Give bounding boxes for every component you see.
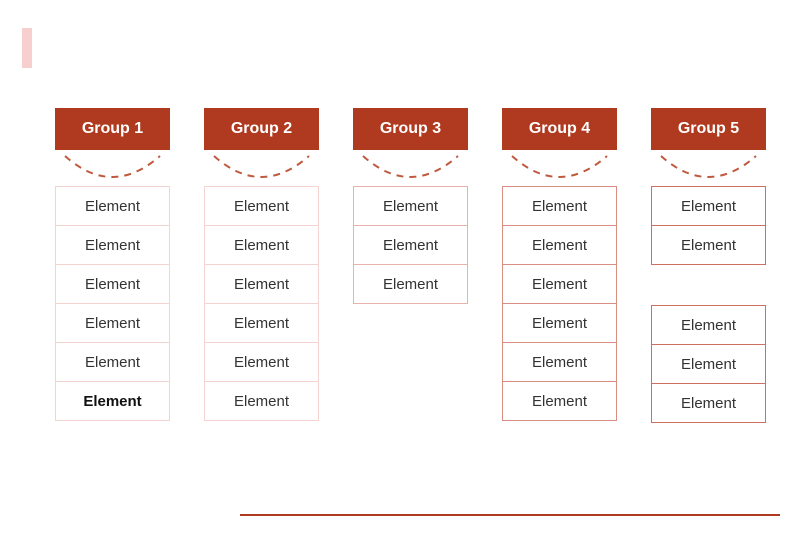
connector-arc-icon — [353, 150, 468, 186]
element-list: Element Element Element Element Element … — [204, 186, 319, 421]
element-item: Element — [651, 186, 766, 226]
element-item: Element — [651, 383, 766, 423]
element-item: Element — [502, 381, 617, 421]
connector-arc-icon — [55, 150, 170, 186]
element-item: Element — [651, 305, 766, 345]
group-header: Group 5 — [651, 108, 766, 150]
element-item: Element — [204, 381, 319, 421]
element-list: Element Element — [651, 186, 766, 265]
group-header: Group 1 — [55, 108, 170, 150]
element-item: Element — [55, 303, 170, 343]
connector-arc-icon — [204, 150, 319, 186]
group-column: Group 5 Element Element Element Element … — [651, 108, 766, 423]
element-item: Element — [55, 381, 170, 421]
element-item: Element — [502, 264, 617, 304]
element-item: Element — [55, 186, 170, 226]
diagram-columns: Group 1 Element Element Element Element … — [55, 108, 766, 423]
connector-arc-icon — [651, 150, 766, 186]
element-item: Element — [55, 264, 170, 304]
element-item: Element — [651, 225, 766, 265]
accent-bar — [22, 28, 32, 68]
element-item: Element — [353, 264, 468, 304]
element-item: Element — [55, 342, 170, 382]
group-column: Group 3 Element Element Element — [353, 108, 468, 423]
group-header: Group 2 — [204, 108, 319, 150]
element-item: Element — [353, 225, 468, 265]
element-item: Element — [502, 342, 617, 382]
element-item: Element — [651, 344, 766, 384]
element-item: Element — [204, 186, 319, 226]
element-item: Element — [204, 264, 319, 304]
connector-arc-icon — [502, 150, 617, 186]
element-list: Element Element Element — [353, 186, 468, 304]
group-header: Group 4 — [502, 108, 617, 150]
group-column: Group 4 Element Element Element Element … — [502, 108, 617, 423]
element-item: Element — [502, 186, 617, 226]
element-list: Element Element Element Element Element … — [502, 186, 617, 421]
group-header: Group 3 — [353, 108, 468, 150]
element-item: Element — [502, 303, 617, 343]
element-item: Element — [353, 186, 468, 226]
element-list: Element Element Element — [651, 305, 766, 423]
element-item: Element — [502, 225, 617, 265]
element-item: Element — [204, 342, 319, 382]
element-item: Element — [55, 225, 170, 265]
element-list: Element Element Element Element Element … — [55, 186, 170, 421]
element-item: Element — [204, 303, 319, 343]
group-column: Group 2 Element Element Element Element … — [204, 108, 319, 423]
element-item: Element — [204, 225, 319, 265]
footer-rule — [240, 514, 780, 516]
group-column: Group 1 Element Element Element Element … — [55, 108, 170, 423]
